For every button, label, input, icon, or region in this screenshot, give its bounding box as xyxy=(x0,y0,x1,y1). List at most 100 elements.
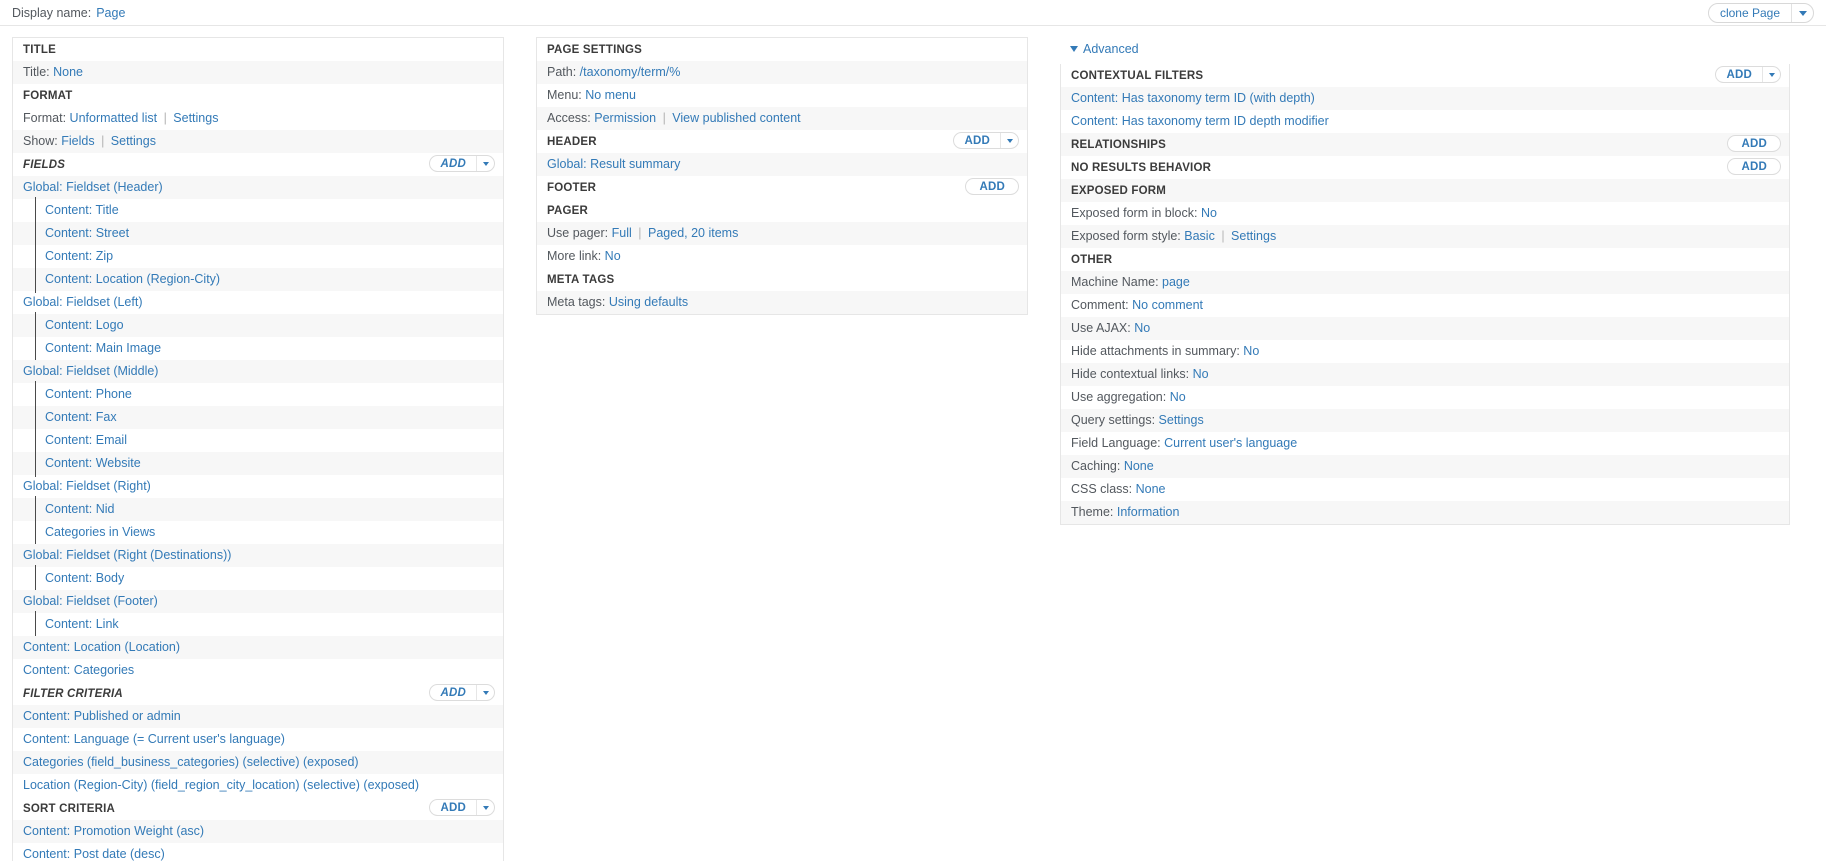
access-settings-link[interactable]: View published content xyxy=(672,111,800,125)
contextual-add-dropdown-toggle[interactable] xyxy=(1762,67,1780,82)
list-item: Content: Zip xyxy=(13,243,503,270)
header-item-link[interactable]: Global: Result summary xyxy=(547,157,680,171)
section-title-sort-label: SORT CRITERIA xyxy=(23,803,116,815)
header-add-dropdown-toggle[interactable] xyxy=(1000,133,1018,148)
row-value-link[interactable]: Settings xyxy=(1159,413,1204,427)
sort-add-button-group[interactable]: Add xyxy=(429,799,495,816)
show-value-link[interactable]: Fields xyxy=(61,134,94,148)
section-title-header-label: HEADER xyxy=(547,136,597,148)
list-item-link[interactable]: Content: Post date (desc) xyxy=(23,847,165,861)
contextual-filter-link[interactable]: Content: Has taxonomy term ID depth modi… xyxy=(1071,114,1329,128)
header-add-button[interactable]: Add xyxy=(954,133,1000,148)
list-item-link[interactable]: Content: Body xyxy=(45,571,124,585)
relationships-add-button-group[interactable]: Add xyxy=(1727,135,1781,152)
list-item-link[interactable]: Global: Fieldset (Footer) xyxy=(23,594,158,608)
footer-add-button[interactable]: Add xyxy=(966,179,1018,194)
list-item-link[interactable]: Content: Location (Region-City) xyxy=(45,272,220,286)
advanced-toggle[interactable]: Advanced xyxy=(1060,37,1790,64)
row-value-link[interactable]: No xyxy=(1243,344,1259,358)
header-add-button-group[interactable]: Add xyxy=(953,132,1019,149)
section-title-meta-tags: META TAGS xyxy=(547,274,615,286)
row-key: Show: xyxy=(23,134,58,148)
other-rows: Machine Name: page Comment: No comment Use… xyxy=(1061,271,1789,524)
access-value-link[interactable]: Permission xyxy=(594,111,656,125)
path-value-link[interactable]: /taxonomy/term/% xyxy=(580,65,681,79)
row-value-link[interactable]: None xyxy=(1136,482,1166,496)
list-item-link[interactable]: Content: Nid xyxy=(45,502,114,516)
row-value-link[interactable]: No comment xyxy=(1132,298,1203,312)
row-value-link[interactable]: None xyxy=(1124,459,1154,473)
exposed-form-style-link[interactable]: Basic xyxy=(1184,229,1215,243)
row-value-link[interactable]: page xyxy=(1162,275,1190,289)
display-name-label: Display name: xyxy=(12,5,92,20)
show-settings-link[interactable]: Settings xyxy=(111,134,156,148)
list-item-link[interactable]: Content: Title xyxy=(45,203,119,217)
menu-value-link[interactable]: No menu xyxy=(585,88,636,102)
list-item-link[interactable]: Content: Zip xyxy=(45,249,113,263)
footer-add-button-group[interactable]: Add xyxy=(965,178,1019,195)
list-item-link[interactable]: Content: Categories xyxy=(23,663,134,677)
list-item-link[interactable]: Content: Location (Location) xyxy=(23,640,180,654)
contextual-add-button-group[interactable]: Add xyxy=(1715,66,1781,83)
meta-tags-value-link[interactable]: Using defaults xyxy=(609,295,688,309)
list-item-link[interactable]: Content: Website xyxy=(45,456,141,470)
table-row: Comment: No comment xyxy=(1061,294,1789,317)
list-item-link[interactable]: Content: Link xyxy=(45,617,119,631)
fields-add-dropdown-toggle[interactable] xyxy=(476,156,494,171)
list-item-link[interactable]: Content: Language (= Current user's lang… xyxy=(23,732,285,746)
list-item-link[interactable]: Categories (field_business_categories) (… xyxy=(23,755,359,769)
filter-add-dropdown-toggle[interactable] xyxy=(476,685,494,700)
list-item-link[interactable]: Global: Fieldset (Right) xyxy=(23,479,151,493)
section-title-title: TITLE xyxy=(23,44,56,56)
list-item-link[interactable]: Global: Fieldset (Right (Destinations)) xyxy=(23,548,231,562)
use-pager-settings-link[interactable]: Paged, 20 items xyxy=(648,226,738,240)
no-results-add-button-group[interactable]: Add xyxy=(1727,158,1781,175)
clone-page-dropdown-toggle[interactable] xyxy=(1791,4,1813,22)
sort-add-button[interactable]: Add xyxy=(430,800,476,815)
fields-add-button[interactable]: Add xyxy=(430,156,476,171)
table-row: Hide contextual links: No xyxy=(1061,363,1789,386)
exposed-form-style-settings-link[interactable]: Settings xyxy=(1231,229,1276,243)
list-item-link[interactable]: Content: Street xyxy=(45,226,129,240)
clone-page-button-group[interactable]: clone Page xyxy=(1707,3,1814,23)
fields-add-button-group[interactable]: Add xyxy=(429,155,495,172)
list-item-link[interactable]: Content: Main Image xyxy=(45,341,161,355)
display-name-value-link[interactable]: Page xyxy=(96,6,125,20)
list-item: Content: Body xyxy=(13,565,503,592)
row-value-link[interactable]: No xyxy=(1134,321,1150,335)
list-item-link[interactable]: Global: Fieldset (Left) xyxy=(23,295,143,309)
separator: | xyxy=(101,134,105,148)
row-value-link[interactable]: No xyxy=(1170,390,1186,404)
format-settings-link[interactable]: Settings xyxy=(173,111,218,125)
row-value-link[interactable]: Information xyxy=(1117,505,1180,519)
row-value-link[interactable]: Current user's language xyxy=(1164,436,1297,450)
filter-add-button[interactable]: Add xyxy=(430,685,476,700)
list-item-link[interactable]: Content: Logo xyxy=(45,318,124,332)
contextual-filter-link[interactable]: Content: Has taxonomy term ID (with dept… xyxy=(1071,91,1315,105)
list-item-link[interactable]: Content: Fax xyxy=(45,410,117,424)
use-pager-value-link[interactable]: Full xyxy=(612,226,632,240)
list-item-link[interactable]: Categories in Views xyxy=(45,525,155,539)
format-value-link[interactable]: Unformatted list xyxy=(70,111,158,125)
list-item-link[interactable]: Global: Fieldset (Header) xyxy=(23,180,163,194)
table-row: CSS class: None xyxy=(1061,478,1789,501)
list-item-link[interactable]: Content: Phone xyxy=(45,387,132,401)
row-key: Caching: xyxy=(1071,459,1124,473)
filter-criteria-list: Content: Published or admin Content: Lang… xyxy=(13,705,503,797)
filter-add-button-group[interactable]: Add xyxy=(429,684,495,701)
relationships-add-button[interactable]: Add xyxy=(1728,136,1780,151)
list-item-link[interactable]: Content: Email xyxy=(45,433,127,447)
list-item-link[interactable]: Content: Published or admin xyxy=(23,709,181,723)
contextual-add-button[interactable]: Add xyxy=(1716,67,1762,82)
list-item: Content: Street xyxy=(13,220,503,247)
exposed-form-in-block-link[interactable]: No xyxy=(1201,206,1217,220)
title-value-link[interactable]: None xyxy=(53,65,83,79)
no-results-add-button[interactable]: Add xyxy=(1728,159,1780,174)
more-link-value-link[interactable]: No xyxy=(605,249,621,263)
list-item-link[interactable]: Global: Fieldset (Middle) xyxy=(23,364,158,378)
row-value-link[interactable]: No xyxy=(1193,367,1209,381)
list-item-link[interactable]: Location (Region-City) (field_region_cit… xyxy=(23,778,419,792)
clone-page-button[interactable]: clone Page xyxy=(1709,4,1791,22)
list-item-link[interactable]: Content: Promotion Weight (asc) xyxy=(23,824,204,838)
sort-add-dropdown-toggle[interactable] xyxy=(476,800,494,815)
